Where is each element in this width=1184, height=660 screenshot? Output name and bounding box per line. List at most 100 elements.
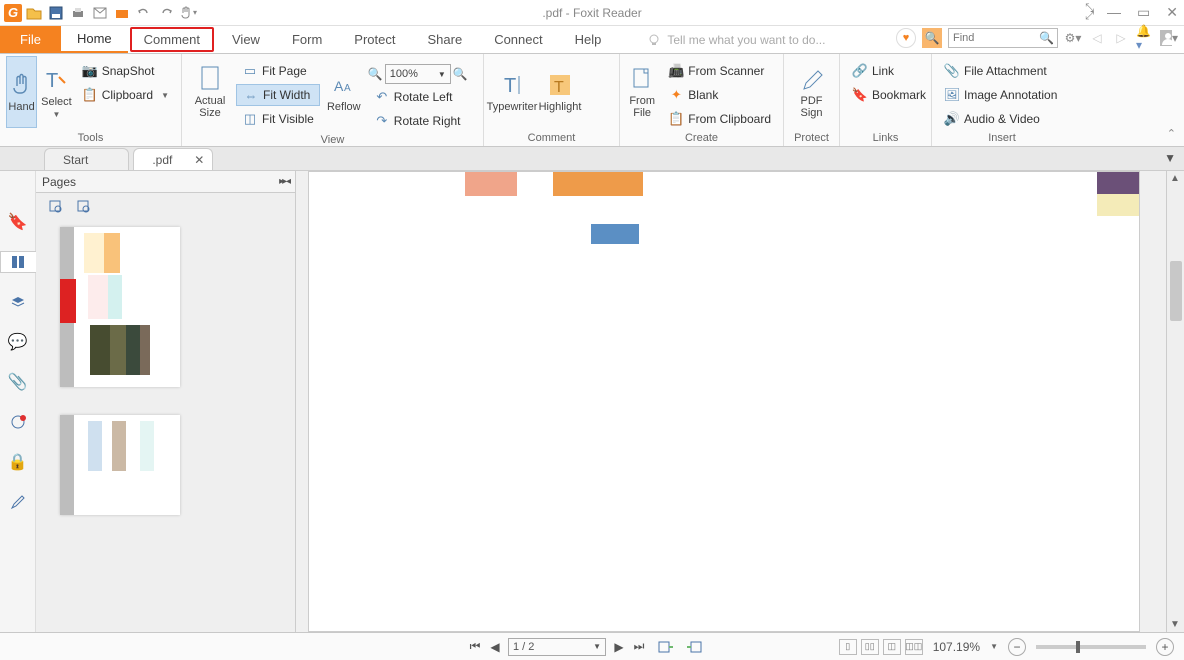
- email-icon[interactable]: [90, 3, 110, 23]
- reflow[interactable]: AA Reflow: [324, 56, 364, 128]
- print-icon[interactable]: [68, 3, 88, 23]
- fit-width[interactable]: ⇔Fit Width: [236, 84, 320, 106]
- from-file-icon: [628, 65, 656, 93]
- comments-nav-icon[interactable]: 💬: [7, 331, 29, 353]
- pages-collapse-icon[interactable]: ▸▸ ◂: [279, 176, 289, 187]
- undo-icon[interactable]: [134, 3, 154, 23]
- tab-help[interactable]: Help: [559, 26, 618, 53]
- snapshot-qat-icon[interactable]: [112, 3, 132, 23]
- rotate-right[interactable]: ↷Rotate Right: [368, 110, 468, 132]
- ribbon-group-tools: Hand T Select ▼ 📷SnapShot 📋Clipboard▼ To…: [0, 54, 182, 146]
- tab-form[interactable]: Form: [276, 26, 338, 53]
- bookmark[interactable]: 🔖Bookmark: [846, 84, 932, 106]
- snapshot-tool[interactable]: 📷SnapShot: [76, 60, 175, 82]
- quick-hand-icon[interactable]: ▾: [178, 3, 198, 23]
- settings-icon[interactable]: ⚙▾: [1064, 29, 1082, 47]
- from-file[interactable]: From File: [626, 56, 658, 128]
- connected-nav-icon[interactable]: [7, 411, 29, 433]
- scroll-up-icon[interactable]: ▲: [1170, 173, 1180, 184]
- open-icon[interactable]: [24, 3, 44, 23]
- last-page-button[interactable]: ⏭: [632, 639, 646, 654]
- bookmarks-nav-icon[interactable]: 🔖: [7, 211, 29, 233]
- tab-share[interactable]: Share: [411, 26, 478, 53]
- security-nav-icon[interactable]: 🔒: [7, 451, 29, 473]
- tab-connect[interactable]: Connect: [478, 26, 558, 53]
- first-page-button[interactable]: ⏮: [468, 639, 482, 654]
- image-annotation[interactable]: 🖼Image Annotation: [938, 84, 1063, 106]
- pages-nav-icon[interactable]: [0, 251, 36, 273]
- zoom-out-status[interactable]: −: [1008, 638, 1026, 656]
- zoom-out-button[interactable]: 🔍: [368, 67, 383, 81]
- pages-tool1-icon[interactable]: [48, 199, 62, 213]
- bell-icon[interactable]: 🔔▾: [1136, 29, 1154, 47]
- zoom-slider-handle[interactable]: [1076, 641, 1080, 653]
- typewriter[interactable]: T Typewriter: [490, 56, 534, 128]
- view-facing-icon[interactable]: ◫: [883, 639, 901, 655]
- select-tool[interactable]: T Select ▼: [41, 56, 72, 128]
- tell-me[interactable]: Tell me what you want to do...: [647, 26, 825, 53]
- prev-page-button[interactable]: ◀: [488, 640, 502, 654]
- tab-home[interactable]: Home: [61, 26, 128, 53]
- thumbnail-page-1[interactable]: [60, 227, 180, 387]
- view-continuous-icon[interactable]: ▯▯: [861, 639, 879, 655]
- layers-nav-icon[interactable]: [7, 291, 29, 313]
- minimize-button[interactable]: —: [1107, 4, 1121, 21]
- zoom-slider[interactable]: [1036, 645, 1146, 649]
- thumbnails: [36, 219, 295, 632]
- view-single-icon[interactable]: ▯: [839, 639, 857, 655]
- save-icon[interactable]: [46, 3, 66, 23]
- fit-visible[interactable]: ◫Fit Visible: [236, 108, 320, 130]
- maximize-button[interactable]: ▭: [1137, 4, 1150, 21]
- search-orange-button[interactable]: 🔍: [922, 28, 942, 48]
- document-area[interactable]: ▲ ▼: [296, 171, 1184, 632]
- tab-protect[interactable]: Protect: [338, 26, 411, 53]
- highlight[interactable]: T Highlight: [538, 56, 582, 128]
- rotate-left[interactable]: ↶Rotate Left: [368, 86, 468, 108]
- blank[interactable]: ✦Blank: [662, 84, 777, 106]
- signatures-nav-icon[interactable]: [7, 491, 29, 513]
- thumbnail-page-2[interactable]: [60, 415, 180, 515]
- zoom-dropdown-icon[interactable]: ▼: [990, 642, 998, 651]
- zoom-select[interactable]: 100%▼: [385, 64, 451, 84]
- attachments-nav-icon[interactable]: 📎: [7, 371, 29, 393]
- close-tab-icon[interactable]: ✕: [194, 153, 204, 167]
- page-input[interactable]: 1 / 2▼: [508, 638, 606, 656]
- hand-tool[interactable]: Hand: [6, 56, 37, 128]
- redo-icon[interactable]: [156, 3, 176, 23]
- fit-page[interactable]: ▭Fit Page: [236, 60, 320, 82]
- heart-icon[interactable]: ♥: [896, 28, 916, 48]
- link[interactable]: 🔗Link: [846, 60, 932, 82]
- next-page-button[interactable]: ▶: [612, 640, 626, 654]
- scroll-down-icon[interactable]: ▼: [1170, 619, 1180, 630]
- from-clipboard[interactable]: 📋From Clipboard: [662, 108, 777, 130]
- zoom-in-button[interactable]: 🔍: [453, 67, 468, 81]
- actual-size[interactable]: Actual Size: [188, 56, 232, 128]
- scroll-thumb[interactable]: [1170, 261, 1182, 321]
- doctab-start[interactable]: Start: [44, 148, 129, 170]
- pdf-sign[interactable]: PDF Sign: [790, 56, 833, 128]
- zoom-controls: 🔍 100%▼ 🔍: [368, 60, 468, 84]
- ribbon-collapse-icon[interactable]: ⌃: [1167, 127, 1176, 140]
- nav-tool1-icon[interactable]: [658, 640, 674, 654]
- file-attachment[interactable]: 📎File Attachment: [938, 60, 1063, 82]
- prev-result-icon[interactable]: ◁: [1088, 29, 1106, 47]
- find-search-icon[interactable]: 🔍: [1039, 31, 1054, 45]
- doctabs-dropdown-icon[interactable]: ▼: [1164, 151, 1176, 165]
- view-cont-facing-icon[interactable]: ◫◫: [905, 639, 923, 655]
- expand-icon[interactable]: ⤡⤢: [1085, 4, 1091, 21]
- vertical-scrollbar[interactable]: ▲ ▼: [1166, 171, 1184, 632]
- nav-tool2-icon[interactable]: [686, 640, 702, 654]
- pages-tool2-icon[interactable]: [76, 199, 90, 213]
- user-icon[interactable]: ▾: [1160, 29, 1178, 47]
- close-button[interactable]: ✕: [1166, 4, 1178, 21]
- audio-video-label: Audio & Video: [964, 112, 1040, 126]
- next-result-icon[interactable]: ▷: [1112, 29, 1130, 47]
- zoom-in-status[interactable]: +: [1156, 638, 1174, 656]
- tab-comment[interactable]: Comment: [130, 27, 214, 52]
- doctab-pdf[interactable]: .pdf✕: [133, 148, 213, 170]
- tab-file[interactable]: File: [0, 26, 61, 53]
- from-scanner[interactable]: 📠From Scanner: [662, 60, 777, 82]
- tab-view[interactable]: View: [216, 26, 276, 53]
- audio-video[interactable]: 🔊Audio & Video: [938, 108, 1063, 130]
- clipboard-tool[interactable]: 📋Clipboard▼: [76, 84, 175, 106]
